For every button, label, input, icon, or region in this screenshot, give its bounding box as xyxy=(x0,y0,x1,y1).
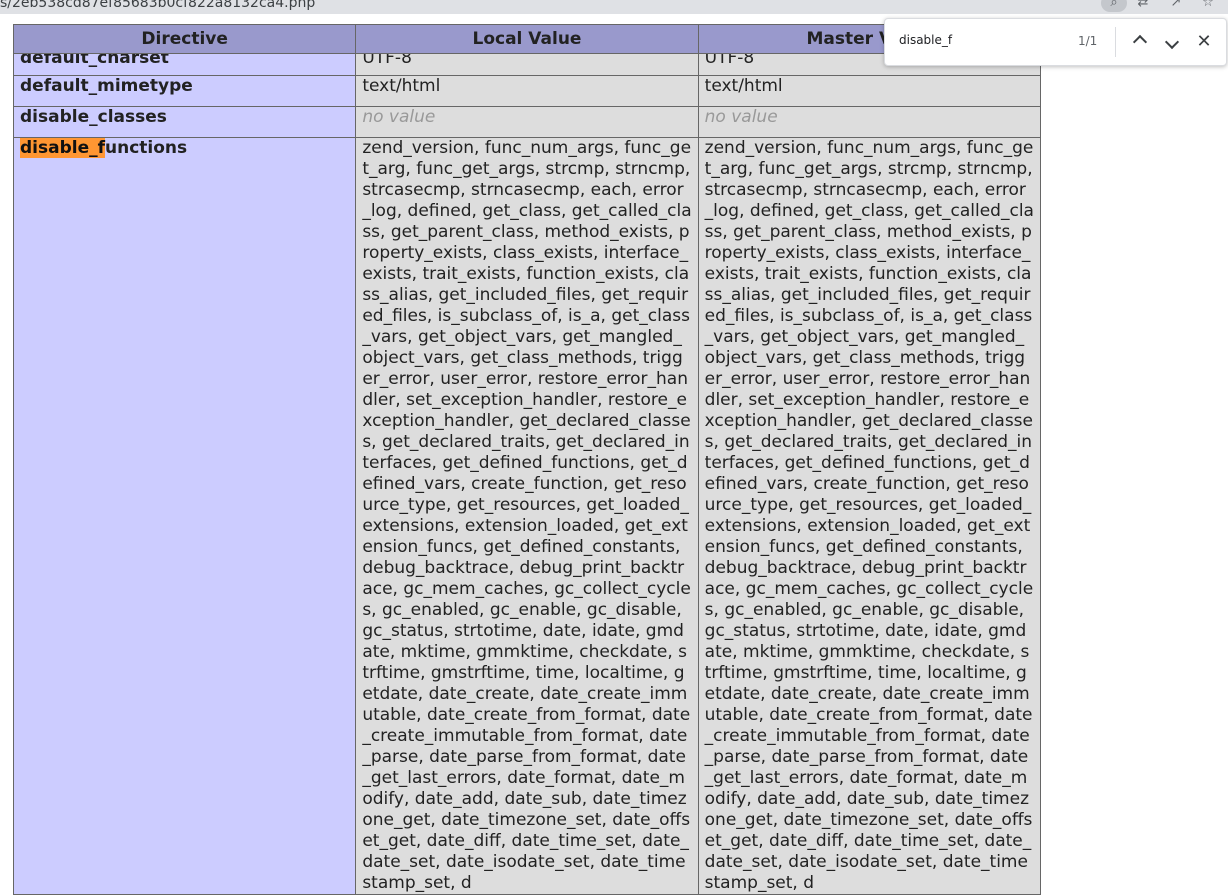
local-value: text/html xyxy=(355,75,699,107)
local-value-cell: UTF-8 xyxy=(355,53,699,76)
directive-name: disable_classes xyxy=(12,106,357,138)
master-value: text/html xyxy=(697,75,1042,107)
share-icon[interactable]: ↗ xyxy=(1166,0,1186,12)
find-in-page-bar: 1/1 ✕ xyxy=(884,18,1227,66)
url-text[interactable]: s/2eb538cd87ef85683b0cf822a8132ca4.php xyxy=(0,0,315,11)
chevron-down-icon xyxy=(1164,34,1180,50)
find-close-button[interactable]: ✕ xyxy=(1192,30,1216,54)
find-divider xyxy=(1115,27,1116,57)
no-value-text: no value xyxy=(704,107,778,128)
browser-address-strip: s/2eb538cd87ef85683b0cf822a8132ca4.php ⌕… xyxy=(0,0,1228,14)
chevron-up-icon xyxy=(1132,34,1148,50)
master-value: zend_version, func_num_args, func_get_ar… xyxy=(697,137,1042,895)
find-next-button[interactable] xyxy=(1160,30,1184,54)
local-value: UTF-8 xyxy=(362,53,412,69)
master-value-cell: no value xyxy=(697,106,1042,138)
translate-icon[interactable]: ⇄ xyxy=(1133,0,1153,12)
table-row: disable_functions zend_version, func_num… xyxy=(12,137,1042,895)
find-previous-button[interactable] xyxy=(1128,30,1152,54)
zoom-icon[interactable]: ⌕ xyxy=(1101,0,1127,12)
header-directive: Directive xyxy=(12,24,357,54)
directive-name: default_charset xyxy=(20,53,169,69)
no-value-text: no value xyxy=(362,107,436,128)
find-input[interactable] xyxy=(899,33,1049,47)
local-value-cell: no value xyxy=(355,106,699,138)
find-match-highlight: disable_f xyxy=(20,138,106,158)
close-icon: ✕ xyxy=(1196,31,1212,52)
master-value: UTF-8 xyxy=(704,53,755,69)
php-ini-table: Directive Local Value Master Value defau… xyxy=(12,24,1042,895)
table-row: disable_classes no value no value xyxy=(12,106,1042,138)
directive-name: default_mimetype xyxy=(12,75,357,107)
find-match-count: 1/1 xyxy=(1078,34,1098,48)
header-local-value: Local Value xyxy=(355,24,699,54)
local-value: zend_version, func_num_args, func_get_ar… xyxy=(355,137,699,895)
directive-cell: default_charset xyxy=(12,53,357,76)
table-row: default_mimetype text/html text/html xyxy=(12,75,1042,107)
directive-name-rest: unctions xyxy=(105,138,188,159)
bookmark-star-icon[interactable]: ☆ xyxy=(1198,0,1218,12)
directive-cell: disable_functions xyxy=(12,137,357,895)
